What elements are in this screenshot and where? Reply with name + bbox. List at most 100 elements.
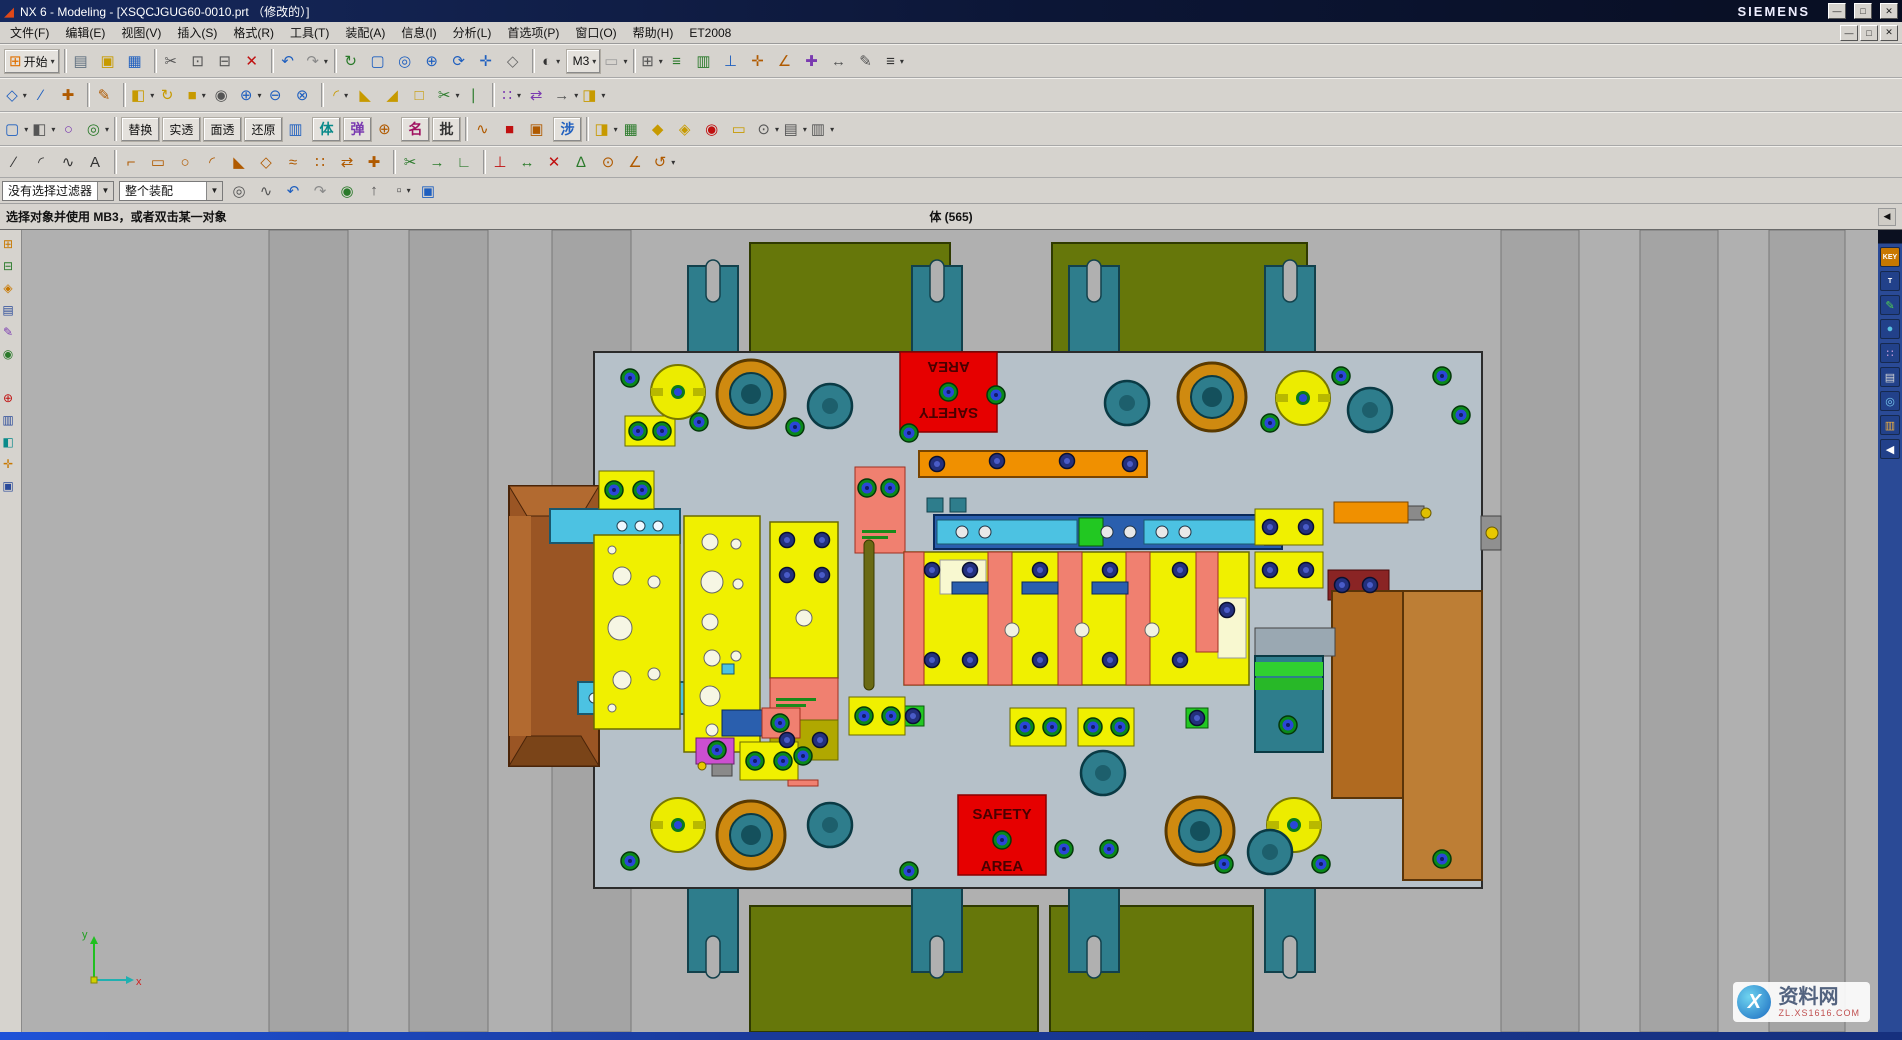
left-tool-point[interactable]: ◉ — [1, 344, 21, 364]
menu-preferences[interactable]: 首选项(P) — [499, 22, 567, 43]
interference-button[interactable]: 涉 — [553, 117, 582, 142]
redo-button[interactable]: ↷▾ — [305, 49, 330, 74]
left-tool-wcs[interactable]: ◈ — [1, 278, 21, 298]
block-button[interactable]: ■▾ — [184, 83, 209, 108]
shield-button[interactable]: ◆ — [648, 117, 673, 142]
close-button[interactable]: ✕ — [1880, 3, 1898, 19]
menu-et2008[interactable]: ET2008 — [681, 24, 739, 42]
unite-button[interactable]: ⊕▾ — [238, 83, 263, 108]
draft-button[interactable]: ◢ — [382, 83, 407, 108]
line-button[interactable]: ∕ — [4, 150, 29, 175]
mdi-minimize-button[interactable]: — — [1840, 25, 1858, 41]
left-tool-table[interactable]: ▥ — [1, 410, 21, 430]
quick-extend-button[interactable]: → — [427, 150, 452, 175]
delete-button[interactable]: ✕ — [242, 49, 267, 74]
hole-button[interactable]: ◉ — [211, 83, 236, 108]
intersect-button[interactable]: ⊗ — [292, 83, 317, 108]
edit-object-display-button[interactable]: ✎ — [856, 49, 881, 74]
menu-insert[interactable]: 插入(S) — [169, 22, 225, 43]
copy-button[interactable]: ⊡ — [188, 49, 213, 74]
highlight-button[interactable]: ◉ — [337, 178, 362, 203]
measure-distance-button[interactable]: ↔ — [829, 49, 854, 74]
perspective-button[interactable]: ◇ — [503, 49, 528, 74]
restore-button[interactable]: 还原 — [244, 117, 283, 142]
show-constraints-button[interactable]: ∆ — [571, 150, 596, 175]
left-tool-sheet[interactable]: ▤ — [1, 300, 21, 320]
selection-filter-dropdown[interactable]: 没有选择过滤器 ▼ — [2, 181, 114, 201]
menu-assemblies[interactable]: 装配(A) — [337, 22, 393, 43]
revolve-button[interactable]: ↻ — [157, 83, 182, 108]
palette-button[interactable]: ▦ — [621, 117, 646, 142]
rectangle-button[interactable]: ▭ — [148, 150, 173, 175]
views-group-button[interactable]: ▤▾ — [783, 117, 808, 142]
snap-angle-button[interactable]: ∠ — [775, 49, 800, 74]
mirror-feature-button[interactable]: ⇄ — [526, 83, 551, 108]
maximize-button[interactable]: □ — [1854, 3, 1872, 19]
zoom-in-out-button[interactable]: ⊕ — [422, 49, 447, 74]
left-tool-boolean[interactable]: ⊕ — [1, 388, 21, 408]
open-button[interactable]: ▣ — [98, 49, 123, 74]
camera-group-button[interactable]: ▥▾ — [810, 117, 835, 142]
resource-tab-text[interactable]: T — [1880, 271, 1900, 291]
menu-file[interactable]: 文件(F) — [2, 22, 57, 43]
replace-button[interactable]: 替换 — [121, 117, 160, 142]
work-part-cube-button[interactable]: ▣ — [418, 178, 443, 203]
render-style-button[interactable]: ◐▾ — [539, 49, 564, 74]
auto-dimension-button[interactable]: ↔ — [517, 150, 542, 175]
curve-tool-button[interactable]: ∿ — [472, 117, 497, 142]
name-display-button[interactable]: 名 — [401, 117, 430, 142]
spring-tool-button[interactable]: 弹 — [343, 117, 372, 142]
resource-tab-chart[interactable]: ▥ — [1880, 415, 1900, 435]
offset-curve-button[interactable]: ≈ — [283, 150, 308, 175]
cycle-button[interactable]: ↺▾ — [652, 150, 677, 175]
text-tool-button[interactable]: A — [85, 150, 110, 175]
envelope-button[interactable]: ▭ — [729, 117, 754, 142]
split-body-button[interactable]: ∣ — [463, 83, 488, 108]
profile-button[interactable]: ⌐ — [121, 150, 146, 175]
left-tool-shade[interactable]: ◧ — [1, 432, 21, 452]
mdi-close-button[interactable]: ✕ — [1880, 25, 1898, 41]
minimize-button[interactable]: — — [1828, 3, 1846, 19]
face-translucent-button[interactable]: 面透 — [203, 117, 242, 142]
taskbar[interactable] — [0, 1032, 1902, 1040]
datum-axis-button[interactable]: ∕ — [31, 83, 56, 108]
gear-group-button[interactable]: ⊙▾ — [756, 117, 781, 142]
red-block-button[interactable]: ■ — [499, 117, 524, 142]
left-tool-fit[interactable]: ⊞ — [1, 234, 21, 254]
selection-scope-dropdown[interactable]: 整个装配 ▼ — [119, 181, 223, 201]
named-view-button[interactable]: ▢▾ — [4, 117, 29, 142]
column-chart-button[interactable]: ▥ — [285, 117, 310, 142]
shell-button[interactable]: □ — [409, 83, 434, 108]
synchronous-modeling-button[interactable]: ◨▾ — [581, 83, 606, 108]
intersection-point-button[interactable]: ✚ — [364, 150, 389, 175]
marquee-button[interactable]: ▫▾ — [391, 178, 416, 203]
body-display-button[interactable]: 体 — [312, 117, 341, 142]
pan-view-button[interactable]: ✛ — [476, 49, 501, 74]
resource-tab-sheet[interactable]: ▤ — [1880, 367, 1900, 387]
line-width-button[interactable]: ≡▾ — [883, 49, 908, 74]
up-level-button[interactable]: ↑ — [364, 178, 389, 203]
edge-blend-button[interactable]: ◜▾ — [328, 83, 353, 108]
selection-filter-arrow-icon[interactable]: ▼ — [97, 182, 113, 200]
new-file-button[interactable]: ▤ — [71, 49, 96, 74]
left-tool-cube[interactable]: ▣ — [1, 476, 21, 496]
select-scope-button[interactable]: ∿ — [256, 178, 281, 203]
move-object-button[interactable]: →▾ — [553, 83, 579, 108]
paste-button[interactable]: ⊟ — [215, 49, 240, 74]
polygon-button[interactable]: ◇ — [256, 150, 281, 175]
snap-toggle-button[interactable]: ◎ — [229, 178, 254, 203]
save-button[interactable]: ▦ — [125, 49, 150, 74]
resource-tab-pencil[interactable]: ✎ — [1880, 295, 1900, 315]
angle-dim-button[interactable]: ∠ — [625, 150, 650, 175]
quick-trim-button[interactable]: ✂ — [400, 150, 425, 175]
filter-face-button[interactable]: ◨▾ — [593, 117, 618, 142]
undo-selection-button[interactable]: ↶ — [283, 178, 308, 203]
point-button[interactable]: ✚ — [58, 83, 83, 108]
menu-information[interactable]: 信息(I) — [393, 22, 444, 43]
subtract-button[interactable]: ⊖ — [265, 83, 290, 108]
zoom-button[interactable]: ◎ — [395, 49, 420, 74]
circle-button[interactable]: ○ — [175, 150, 200, 175]
menu-analysis[interactable]: 分析(L) — [445, 22, 500, 43]
trim-body-button[interactable]: ✂▾ — [436, 83, 461, 108]
sketch-button[interactable]: ✎ — [94, 83, 119, 108]
